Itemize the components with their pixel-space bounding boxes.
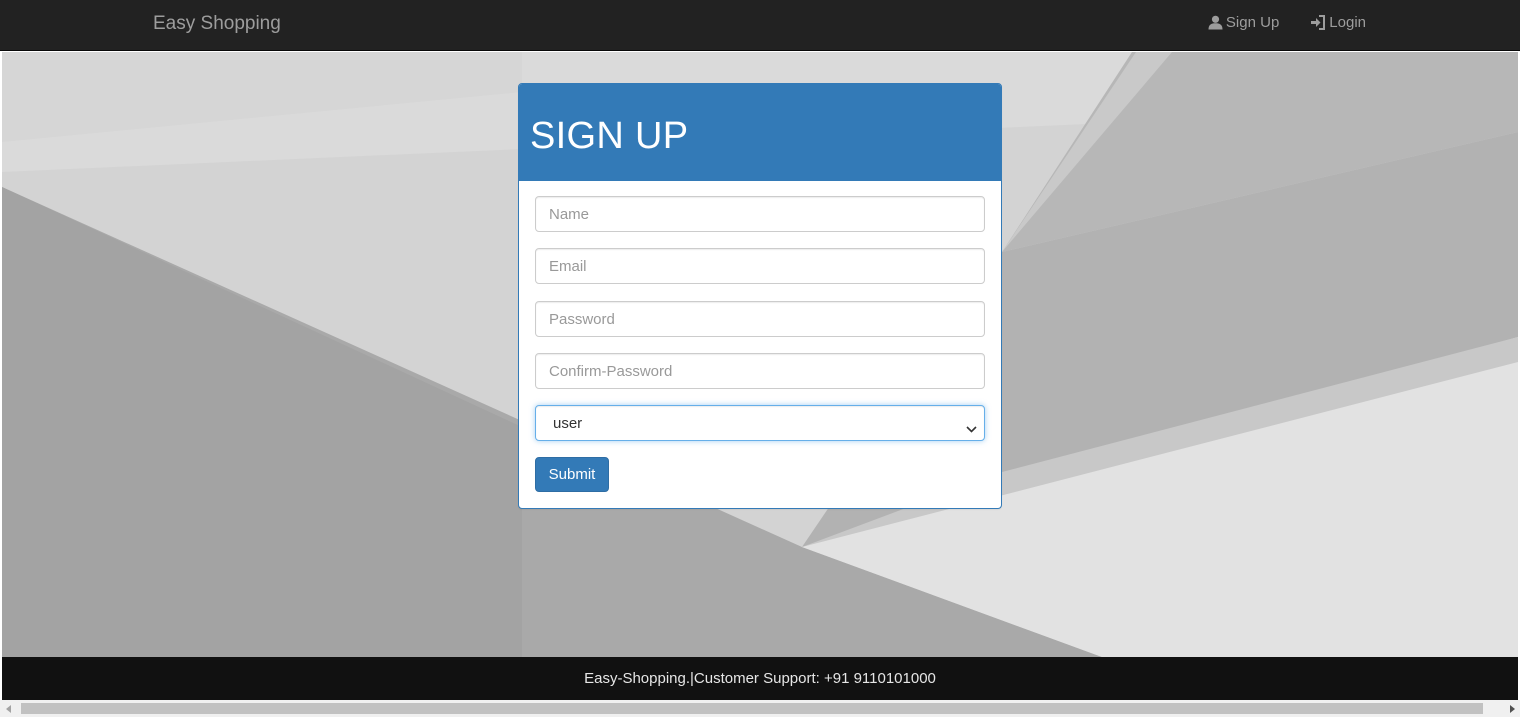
email-input[interactable] (535, 248, 985, 284)
page: Easy Shopping Sign Up Login SIGN UP Name… (0, 0, 1520, 717)
name-input[interactable] (535, 196, 985, 232)
scrollbar-thumb[interactable] (21, 703, 1483, 714)
footer-text: Easy-Shopping.|Customer Support: +91 911… (584, 670, 936, 687)
page-title: SIGN UP (530, 115, 689, 157)
nav-links: Sign Up Login (1208, 14, 1366, 31)
confirm-password-input[interactable] (535, 353, 985, 389)
nav-login-link[interactable]: Login (1310, 14, 1366, 31)
nav-signup-link[interactable]: Sign Up (1208, 14, 1279, 31)
password-input[interactable] (535, 301, 985, 337)
role-select[interactable]: user (535, 405, 985, 441)
brand-link[interactable]: Easy Shopping (153, 13, 281, 35)
user-icon (1208, 15, 1223, 30)
role-select-value: user (553, 415, 583, 432)
panel-heading: SIGN UP (519, 84, 1001, 181)
signup-panel: SIGN UP user Submit (518, 83, 1002, 509)
navbar: Easy Shopping Sign Up Login (0, 0, 1520, 51)
arrow-right-icon (1509, 704, 1515, 713)
chevron-down-icon (966, 420, 977, 438)
footer: Easy-Shopping.|Customer Support: +91 911… (2, 657, 1518, 700)
login-icon (1310, 15, 1326, 30)
nav-login-label: Login (1329, 14, 1366, 31)
horizontal-scrollbar[interactable] (0, 700, 1520, 717)
submit-button[interactable]: Submit (535, 457, 609, 492)
arrow-left-icon (5, 704, 11, 713)
scroll-left-button[interactable] (0, 700, 17, 717)
scroll-right-button[interactable] (1503, 700, 1520, 717)
nav-signup-label: Sign Up (1225, 14, 1280, 31)
